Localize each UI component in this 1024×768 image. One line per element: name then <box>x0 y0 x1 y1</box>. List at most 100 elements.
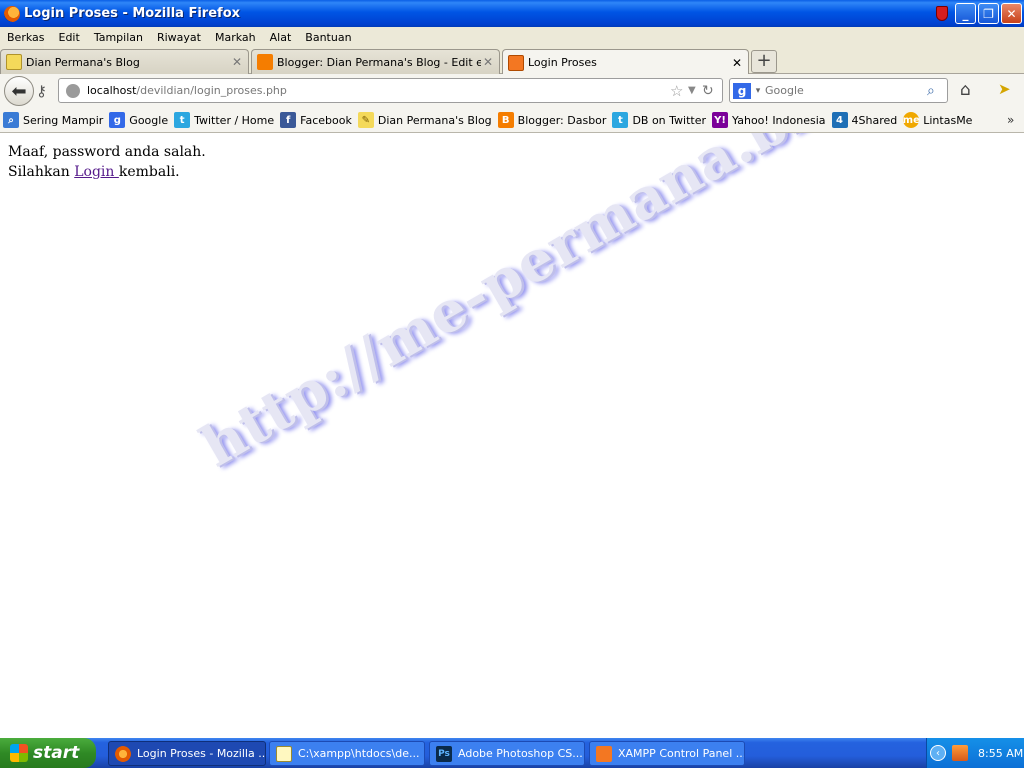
menu-berkas[interactable]: Berkas <box>2 31 50 44</box>
firefox-icon <box>115 745 131 762</box>
restore-icon: ❐ <box>983 6 994 21</box>
bookmark-lintasme[interactable]: me LintasMe <box>903 112 972 128</box>
tab-close-icon[interactable]: ✕ <box>481 55 495 69</box>
url-host: localhost <box>87 84 137 97</box>
bookmark-facebook[interactable]: f Facebook <box>280 112 352 128</box>
bookmark-dian-permana-blog[interactable]: ✎ Dian Permana's Blog <box>357 112 492 128</box>
tab-login-proses[interactable]: Login Proses ✕ <box>502 49 749 75</box>
new-tab-button[interactable]: + <box>751 50 777 73</box>
taskbar: start Login Proses - Mozilla ... C:\xamp… <box>0 738 1024 768</box>
bookmark-yahoo-indonesia[interactable]: Y! Yahoo! Indonesia <box>712 112 826 128</box>
security-shield-icon[interactable] <box>936 6 948 21</box>
prompt-text-before: Silahkan <box>8 164 75 180</box>
search-input[interactable] <box>765 84 927 97</box>
bookmark-label: LintasMe <box>923 113 973 127</box>
bookmark-label: Google <box>129 113 169 127</box>
watermark: http://me-permana.blogspot.com <box>190 133 1024 481</box>
bookmark-label: Yahoo! Indonesia <box>732 113 826 127</box>
xampp-icon <box>508 54 524 71</box>
tray-app-icon[interactable] <box>952 745 968 761</box>
tab-label: Blogger: Dian Permana's Blog - Edit entr… <box>277 55 481 69</box>
minimize-button[interactable]: _ <box>955 3 976 24</box>
pointer-icon[interactable]: ➤ <box>998 80 1011 98</box>
facebook-icon: f <box>280 112 297 128</box>
firefox-icon <box>4 5 20 22</box>
reload-icon[interactable]: ↻ <box>702 83 722 99</box>
twitter-icon: t <box>612 112 629 128</box>
window-title: Login Proses - Mozilla Firefox <box>24 6 241 21</box>
taskbar-item-label: Adobe Photoshop CS... <box>458 747 583 760</box>
bookmark-label: Blogger: Dasbor <box>517 113 607 127</box>
notepad-icon <box>276 745 292 762</box>
bookmark-label: Sering Mampir <box>23 113 104 127</box>
bookmark-label: 4Shared <box>851 113 898 127</box>
login-link[interactable]: Login <box>74 164 119 180</box>
url-input[interactable]: localhost/devildian/login_proses.php <box>87 84 670 97</box>
bookmark-label: Facebook <box>300 113 352 127</box>
url-path: /devildian/login_proses.php <box>136 84 287 97</box>
key-icon[interactable]: ⚷ <box>36 82 47 100</box>
bookmark-label: DB on Twitter <box>632 113 707 127</box>
bookmarks-toolbar: ⌕ Sering Mampir g Google t Twitter / Home f… <box>0 108 1024 133</box>
smart-folder-icon: ⌕ <box>3 112 19 128</box>
bookmark-star-icon[interactable]: ☆ <box>670 82 688 100</box>
chevron-right-double-icon[interactable]: » <box>1007 113 1014 127</box>
xampp-icon <box>596 745 612 762</box>
start-label: start <box>33 743 80 763</box>
tab-close-icon[interactable]: ✕ <box>230 55 244 69</box>
url-history-dropdown-icon[interactable]: ▼ <box>688 85 702 96</box>
menu-bantuan[interactable]: Bantuan <box>300 31 356 44</box>
close-window-button[interactable]: ✕ <box>1001 3 1022 24</box>
blogger-icon <box>257 54 273 70</box>
taskbar-item-photoshop[interactable]: Ps Adobe Photoshop CS... <box>429 741 585 766</box>
back-arrow-icon: ⬅ <box>11 80 27 102</box>
show-hidden-icons-icon[interactable]: ‹ <box>930 745 946 761</box>
taskbar-item-xampp[interactable]: XAMPP Control Panel ... <box>589 741 745 766</box>
menu-bar: Berkas Edit Tampilan Riwayat Markah Alat… <box>0 27 1024 47</box>
blog-icon <box>6 54 22 70</box>
bookmark-label: Twitter / Home <box>194 113 275 127</box>
minimize-icon: _ <box>962 6 969 21</box>
globe-icon <box>66 83 80 98</box>
bookmark-twitter-home[interactable]: t Twitter / Home <box>174 112 274 128</box>
tab-dian-permana-blog[interactable]: Dian Permana's Blog ✕ <box>0 49 249 74</box>
google-engine-icon[interactable]: g <box>733 82 751 99</box>
window-titlebar[interactable]: Login Proses - Mozilla Firefox _ ❐ ✕ <box>0 0 1024 27</box>
back-button[interactable]: ⬅ <box>4 76 34 106</box>
clock[interactable]: 8:55 AM <box>978 747 1023 760</box>
taskbar-item-label: XAMPP Control Panel ... <box>618 747 744 760</box>
bookmark-google[interactable]: g Google <box>109 112 168 128</box>
plus-icon: + <box>756 50 772 71</box>
navigation-bar: ⬅ ⚷ localhost/devildian/login_proses.php… <box>0 74 1024 108</box>
tab-label: Dian Permana's Blog <box>26 55 140 69</box>
google-icon: g <box>109 112 126 128</box>
menu-riwayat[interactable]: Riwayat <box>152 31 206 44</box>
windows-logo-icon <box>10 744 28 762</box>
bookmark-4shared[interactable]: 4 4Shared <box>831 112 898 128</box>
login-prompt: Silahkan Login kembali. <box>8 164 180 180</box>
search-engine-dropdown-icon[interactable]: ▾ <box>751 86 765 96</box>
prompt-text-after: kembali. <box>118 164 180 180</box>
page-content: Maaf, password anda salah. Silahkan Logi… <box>0 133 1024 738</box>
start-button[interactable]: start <box>0 738 96 768</box>
bookmark-blogger-dasbor[interactable]: B Blogger: Dasbor <box>497 112 607 128</box>
blogger-icon: B <box>497 112 514 128</box>
home-icon[interactable]: ⌂ <box>960 80 971 100</box>
bookmark-db-on-twitter[interactable]: t DB on Twitter <box>612 112 706 128</box>
search-bar: g ▾ ⌕ <box>729 78 948 103</box>
tab-label: Login Proses <box>528 56 597 69</box>
menu-edit[interactable]: Edit <box>54 31 85 44</box>
address-bar[interactable]: localhost/devildian/login_proses.php ☆ ▼… <box>58 78 723 103</box>
bookmark-label: Dian Permana's Blog <box>377 113 492 127</box>
tab-blogger-edit[interactable]: Blogger: Dian Permana's Blog - Edit entr… <box>251 49 500 74</box>
taskbar-item-notepad[interactable]: C:\xampp\htdocs\de... <box>269 741 425 766</box>
lintasme-icon: me <box>903 112 920 128</box>
bookmark-sering-mampir[interactable]: ⌕ Sering Mampir <box>3 112 103 128</box>
menu-markah[interactable]: Markah <box>210 31 261 44</box>
menu-alat[interactable]: Alat <box>265 31 297 44</box>
taskbar-item-firefox[interactable]: Login Proses - Mozilla ... <box>108 741 266 766</box>
menu-tampilan[interactable]: Tampilan <box>89 31 148 44</box>
restore-button[interactable]: ❐ <box>978 3 999 24</box>
search-magnifier-icon[interactable]: ⌕ <box>927 83 947 99</box>
tab-close-icon[interactable]: ✕ <box>730 56 744 70</box>
